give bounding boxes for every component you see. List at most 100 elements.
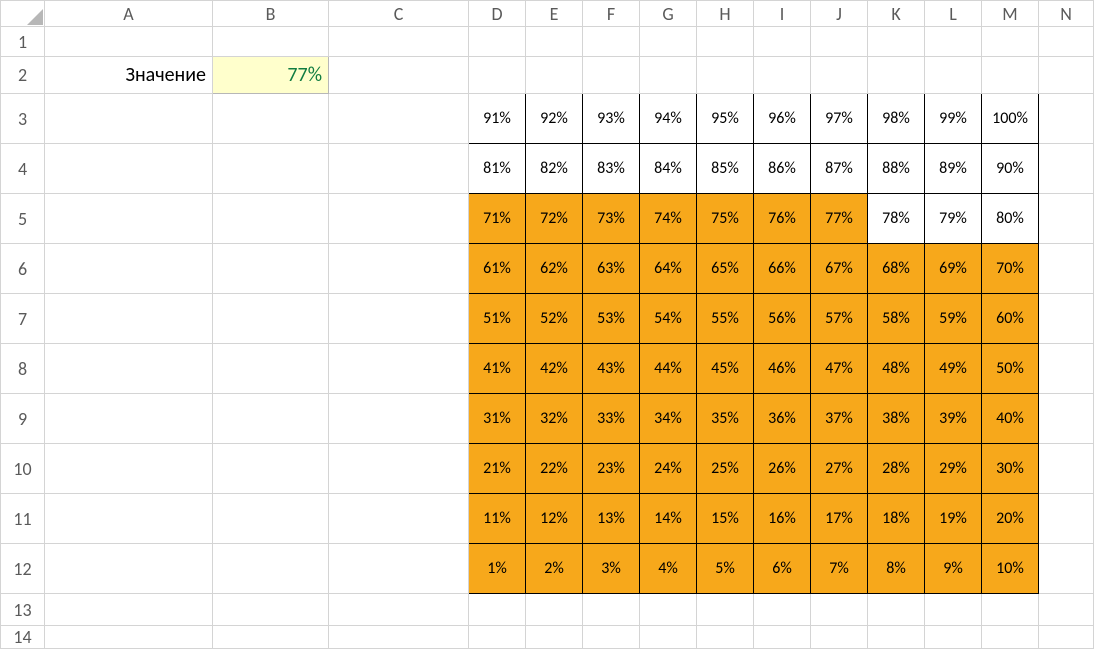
- cell-C8[interactable]: [329, 344, 469, 394]
- cell-C3[interactable]: [329, 94, 469, 144]
- row-header-10[interactable]: 10: [1, 444, 45, 494]
- cell-I13[interactable]: [754, 594, 811, 626]
- cell-C9[interactable]: [329, 394, 469, 444]
- cell[interactable]: 99%: [925, 94, 982, 144]
- cell[interactable]: 98%: [868, 94, 925, 144]
- cell[interactable]: 41%: [469, 344, 526, 394]
- cell-I1[interactable]: [754, 27, 811, 57]
- cell[interactable]: 42%: [526, 344, 583, 394]
- cell[interactable]: 30%: [982, 444, 1039, 494]
- cell-N11[interactable]: [1039, 494, 1094, 544]
- row-header-7[interactable]: 7: [1, 294, 45, 344]
- cell-M1[interactable]: [982, 27, 1039, 57]
- cell[interactable]: 88%: [868, 144, 925, 194]
- cell[interactable]: 93%: [583, 94, 640, 144]
- cell[interactable]: 40%: [982, 394, 1039, 444]
- col-header-H[interactable]: H: [697, 1, 754, 27]
- cell[interactable]: 21%: [469, 444, 526, 494]
- cell-E1[interactable]: [526, 27, 583, 57]
- cell-D14[interactable]: [469, 626, 526, 649]
- cell[interactable]: 55%: [697, 294, 754, 344]
- cell[interactable]: 34%: [640, 394, 697, 444]
- cell[interactable]: 4%: [640, 544, 697, 594]
- cell[interactable]: 16%: [754, 494, 811, 544]
- cell[interactable]: 71%: [469, 194, 526, 244]
- cell-A10[interactable]: [45, 444, 213, 494]
- cell[interactable]: 5%: [697, 544, 754, 594]
- cell-K14[interactable]: [868, 626, 925, 649]
- cell-H13[interactable]: [697, 594, 754, 626]
- cell[interactable]: 11%: [469, 494, 526, 544]
- row-header-9[interactable]: 9: [1, 394, 45, 444]
- col-header-F[interactable]: F: [583, 1, 640, 27]
- cell-F14[interactable]: [583, 626, 640, 649]
- cell[interactable]: 36%: [754, 394, 811, 444]
- cell[interactable]: 9%: [925, 544, 982, 594]
- cell[interactable]: 96%: [754, 94, 811, 144]
- cell-D2[interactable]: [469, 57, 526, 94]
- row-header-12[interactable]: 12: [1, 544, 45, 594]
- cell[interactable]: 38%: [868, 394, 925, 444]
- cell-A4[interactable]: [45, 144, 213, 194]
- cell-B9[interactable]: [213, 394, 329, 444]
- cell-N4[interactable]: [1039, 144, 1094, 194]
- cell[interactable]: 91%: [469, 94, 526, 144]
- cell[interactable]: 22%: [526, 444, 583, 494]
- row-header-2[interactable]: 2: [1, 57, 45, 94]
- cell-H14[interactable]: [697, 626, 754, 649]
- cell[interactable]: 87%: [811, 144, 868, 194]
- cell[interactable]: 52%: [526, 294, 583, 344]
- col-header-A[interactable]: A: [45, 1, 213, 27]
- cell-N1[interactable]: [1039, 27, 1094, 57]
- cell[interactable]: 2%: [526, 544, 583, 594]
- cell[interactable]: 100%: [982, 94, 1039, 144]
- cell-F13[interactable]: [583, 594, 640, 626]
- cell[interactable]: 89%: [925, 144, 982, 194]
- cell-A6[interactable]: [45, 244, 213, 294]
- cell[interactable]: 47%: [811, 344, 868, 394]
- cell-B3[interactable]: [213, 94, 329, 144]
- cell[interactable]: 64%: [640, 244, 697, 294]
- cell[interactable]: 15%: [697, 494, 754, 544]
- cell[interactable]: 51%: [469, 294, 526, 344]
- cell[interactable]: 29%: [925, 444, 982, 494]
- cell-A11[interactable]: [45, 494, 213, 544]
- cell-G13[interactable]: [640, 594, 697, 626]
- cell-C10[interactable]: [329, 444, 469, 494]
- cell-G1[interactable]: [640, 27, 697, 57]
- col-header-G[interactable]: G: [640, 1, 697, 27]
- cell-F1[interactable]: [583, 27, 640, 57]
- cell-L14[interactable]: [925, 626, 982, 649]
- row-header-11[interactable]: 11: [1, 494, 45, 544]
- cell-L2[interactable]: [925, 57, 982, 94]
- cell-N13[interactable]: [1039, 594, 1094, 626]
- cell[interactable]: 13%: [583, 494, 640, 544]
- cell[interactable]: 49%: [925, 344, 982, 394]
- cell[interactable]: 69%: [925, 244, 982, 294]
- cell[interactable]: 46%: [754, 344, 811, 394]
- cell-C4[interactable]: [329, 144, 469, 194]
- cell-C13[interactable]: [329, 594, 469, 626]
- cell[interactable]: 95%: [697, 94, 754, 144]
- cell[interactable]: 66%: [754, 244, 811, 294]
- cell-L1[interactable]: [925, 27, 982, 57]
- cell[interactable]: 48%: [868, 344, 925, 394]
- cell-B12[interactable]: [213, 544, 329, 594]
- col-header-D[interactable]: D: [469, 1, 526, 27]
- cell[interactable]: 3%: [583, 544, 640, 594]
- cell[interactable]: 35%: [697, 394, 754, 444]
- cell-N2[interactable]: [1039, 57, 1094, 94]
- cell-C2[interactable]: [329, 57, 469, 94]
- cell-D13[interactable]: [469, 594, 526, 626]
- cell-I14[interactable]: [754, 626, 811, 649]
- cell-N5[interactable]: [1039, 194, 1094, 244]
- cell-A3[interactable]: [45, 94, 213, 144]
- cell[interactable]: 90%: [982, 144, 1039, 194]
- cell-C11[interactable]: [329, 494, 469, 544]
- cell-H2[interactable]: [697, 57, 754, 94]
- cell-D1[interactable]: [469, 27, 526, 57]
- cell[interactable]: 7%: [811, 544, 868, 594]
- cell[interactable]: 25%: [697, 444, 754, 494]
- cell[interactable]: 1%: [469, 544, 526, 594]
- cell[interactable]: 12%: [526, 494, 583, 544]
